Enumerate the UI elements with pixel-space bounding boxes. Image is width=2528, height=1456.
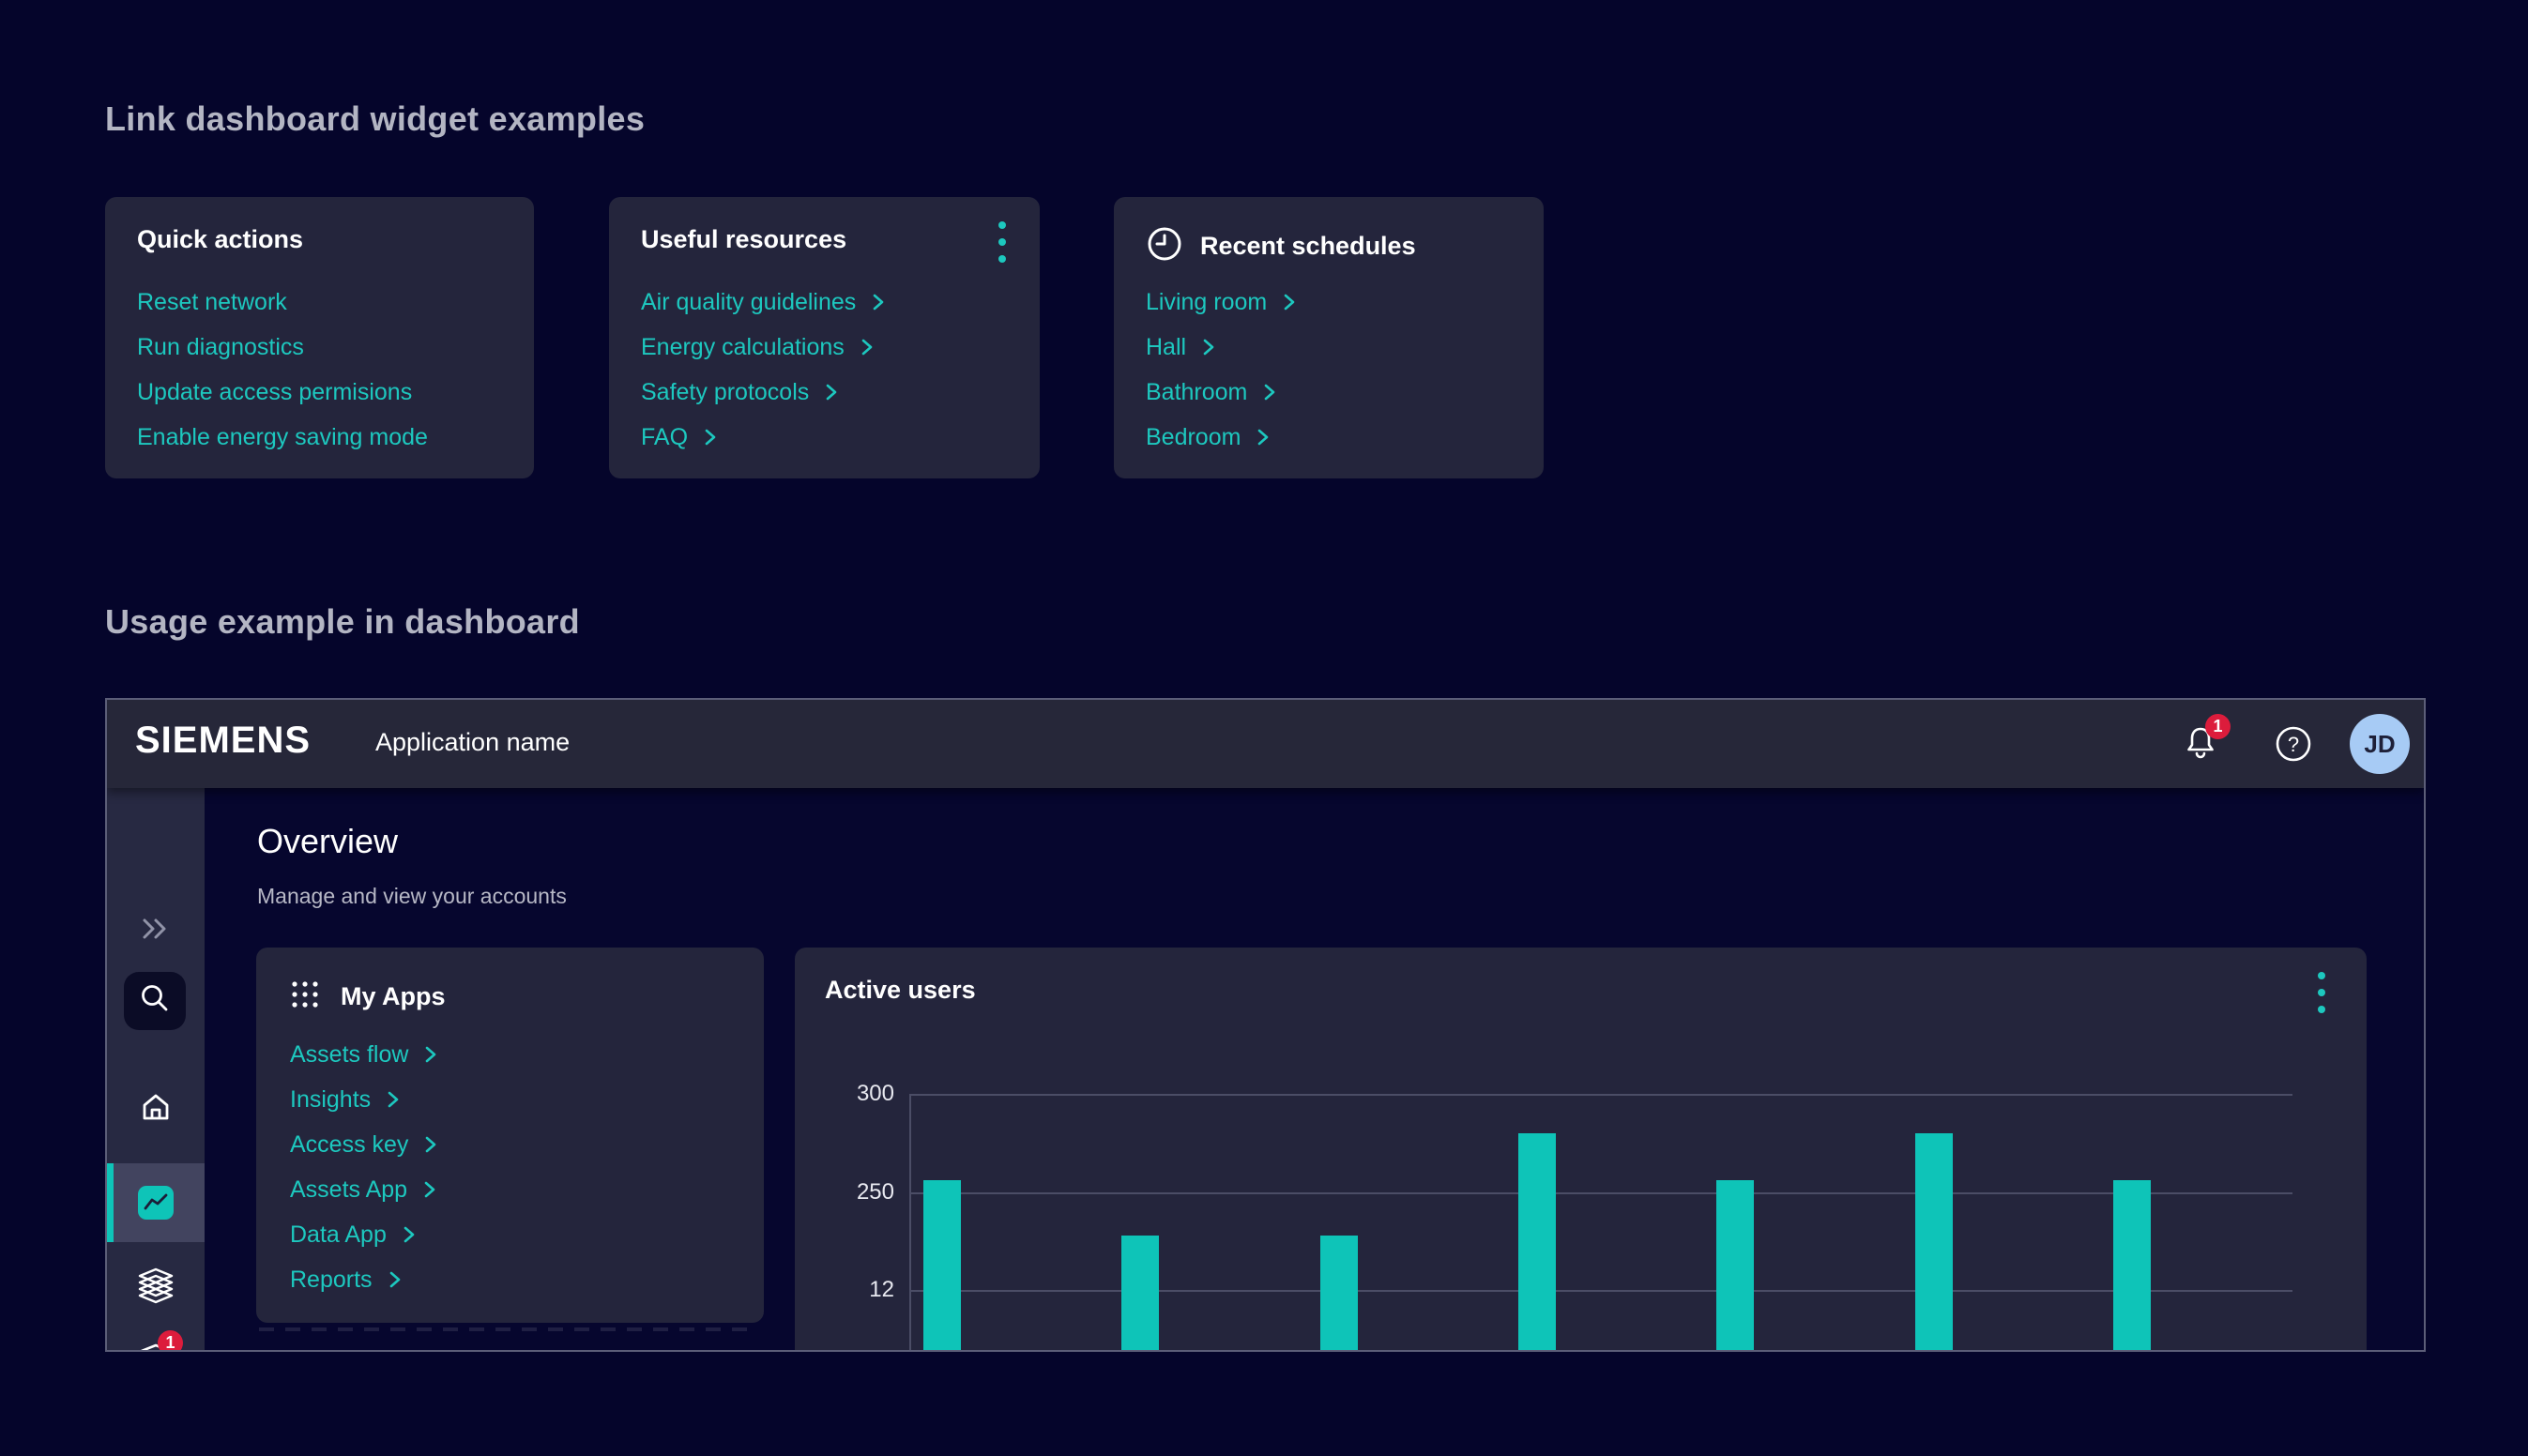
help-button[interactable]: ? bbox=[2273, 700, 2314, 788]
quick-actions-card: Quick actions Reset network Run diagnost… bbox=[105, 197, 534, 478]
notification-badge: 1 bbox=[2205, 714, 2231, 739]
widget-drag-hint bbox=[259, 1327, 758, 1331]
collapse-double-chevron-icon bbox=[139, 915, 173, 948]
chevron-right-icon bbox=[422, 1179, 437, 1200]
link-energy-calculations[interactable]: Energy calculations bbox=[641, 325, 886, 370]
sidebar-item-analytics-active[interactable] bbox=[107, 1163, 205, 1242]
useful-resources-card: Useful resources Air quality guidelines … bbox=[609, 197, 1040, 478]
link-faq[interactable]: FAQ bbox=[641, 415, 886, 460]
recent-schedules-card: Recent schedules Living room Hall Bathro… bbox=[1114, 197, 1544, 478]
active-users-title: Active users bbox=[825, 976, 976, 1005]
search-icon bbox=[137, 981, 173, 1022]
chevron-right-icon bbox=[402, 1224, 417, 1245]
link-assets-flow[interactable]: Assets flow bbox=[290, 1032, 438, 1077]
link-data-app[interactable]: Data App bbox=[290, 1212, 438, 1257]
layers-icon bbox=[136, 1266, 175, 1312]
bar bbox=[1121, 1236, 1159, 1352]
y-tick-250: 250 bbox=[814, 1179, 894, 1206]
link-bedroom[interactable]: Bedroom bbox=[1146, 415, 1297, 460]
application-name: Application name bbox=[375, 728, 570, 757]
gridline-300 bbox=[909, 1094, 2292, 1096]
recent-schedules-title: Recent schedules bbox=[1200, 232, 1416, 261]
bar bbox=[1716, 1180, 1754, 1352]
sidebar-item-home[interactable] bbox=[107, 1086, 205, 1133]
kebab-menu-icon[interactable] bbox=[998, 221, 1006, 263]
bar bbox=[1915, 1133, 1953, 1352]
gridline-250 bbox=[909, 1192, 2292, 1194]
link-insights[interactable]: Insights bbox=[290, 1077, 438, 1122]
dashboard-header: SIEMENS Application name 1 ? JD bbox=[107, 700, 2424, 788]
chevron-right-icon bbox=[423, 1134, 438, 1155]
chevron-right-icon bbox=[824, 382, 839, 402]
useful-resources-title: Useful resources bbox=[641, 225, 846, 254]
sidebar-item-layers[interactable] bbox=[107, 1265, 205, 1312]
section-title-usage: Usage example in dashboard bbox=[105, 602, 580, 642]
sidebar: 1 bbox=[107, 788, 205, 1352]
chevron-right-icon bbox=[386, 1089, 401, 1110]
quick-actions-title: Quick actions bbox=[137, 225, 303, 254]
bar bbox=[923, 1180, 961, 1352]
notifications-button[interactable]: 1 bbox=[2179, 700, 2222, 788]
kebab-menu-icon[interactable] bbox=[2318, 972, 2325, 1013]
y-tick-300: 300 bbox=[814, 1081, 894, 1107]
link-access-key[interactable]: Access key bbox=[290, 1122, 438, 1167]
chevron-right-icon bbox=[1256, 427, 1271, 447]
sidebar-collapse-button[interactable] bbox=[107, 910, 205, 951]
trend-chart-icon bbox=[138, 1186, 174, 1220]
link-air-quality-guidelines[interactable]: Air quality guidelines bbox=[641, 280, 886, 325]
clock-icon bbox=[1146, 225, 1183, 267]
chevron-right-icon bbox=[423, 1044, 438, 1065]
question-mark-glyph: ? bbox=[2288, 733, 2299, 756]
y-tick-12: 12 bbox=[814, 1277, 894, 1303]
link-run-diagnostics[interactable]: Run diagnostics bbox=[137, 325, 428, 370]
dashboard-example: SIEMENS Application name 1 ? JD bbox=[105, 698, 2426, 1352]
bar bbox=[1518, 1133, 1556, 1352]
link-hall[interactable]: Hall bbox=[1146, 325, 1297, 370]
home-icon bbox=[137, 1089, 175, 1131]
page: Link dashboard widget examples Quick act… bbox=[0, 0, 2528, 1456]
bar bbox=[2113, 1180, 2151, 1352]
chevron-right-icon bbox=[1262, 382, 1277, 402]
chevron-right-icon bbox=[860, 337, 875, 357]
chevron-right-icon bbox=[703, 427, 718, 447]
section-title-widgets: Link dashboard widget examples bbox=[105, 99, 645, 139]
link-reset-network[interactable]: Reset network bbox=[137, 280, 428, 325]
sidebar-search-button[interactable] bbox=[124, 972, 186, 1030]
sidebar-item-security[interactable] bbox=[107, 1340, 205, 1352]
chevron-right-icon bbox=[1282, 292, 1297, 312]
avatar[interactable]: JD bbox=[2350, 714, 2410, 774]
bar bbox=[1320, 1236, 1358, 1352]
my-apps-title: My Apps bbox=[341, 982, 446, 1011]
my-apps-card: My Apps Assets flow Insights Access key … bbox=[256, 948, 764, 1323]
page-subtitle: Manage and view your accounts bbox=[257, 884, 567, 909]
link-living-room[interactable]: Living room bbox=[1146, 280, 1297, 325]
gridline-12 bbox=[909, 1290, 2292, 1292]
page-title: Overview bbox=[257, 822, 398, 861]
y-axis-line bbox=[909, 1095, 911, 1352]
chevron-right-icon bbox=[871, 292, 886, 312]
link-bathroom[interactable]: Bathroom bbox=[1146, 370, 1297, 415]
chevron-right-icon bbox=[1201, 337, 1216, 357]
link-reports[interactable]: Reports bbox=[290, 1257, 438, 1302]
active-users-card: Active users 300 250 12 bbox=[795, 948, 2367, 1352]
link-safety-protocols[interactable]: Safety protocols bbox=[641, 370, 886, 415]
app-grid-icon bbox=[290, 979, 320, 1014]
link-enable-energy-saving[interactable]: Enable energy saving mode bbox=[137, 415, 428, 460]
active-indicator bbox=[107, 1163, 114, 1242]
link-update-access-permissions[interactable]: Update access permisions bbox=[137, 370, 428, 415]
link-assets-app[interactable]: Assets App bbox=[290, 1167, 438, 1212]
siemens-logo: SIEMENS bbox=[135, 720, 311, 762]
chevron-right-icon bbox=[388, 1269, 403, 1290]
security-badge: 1 bbox=[158, 1330, 183, 1352]
